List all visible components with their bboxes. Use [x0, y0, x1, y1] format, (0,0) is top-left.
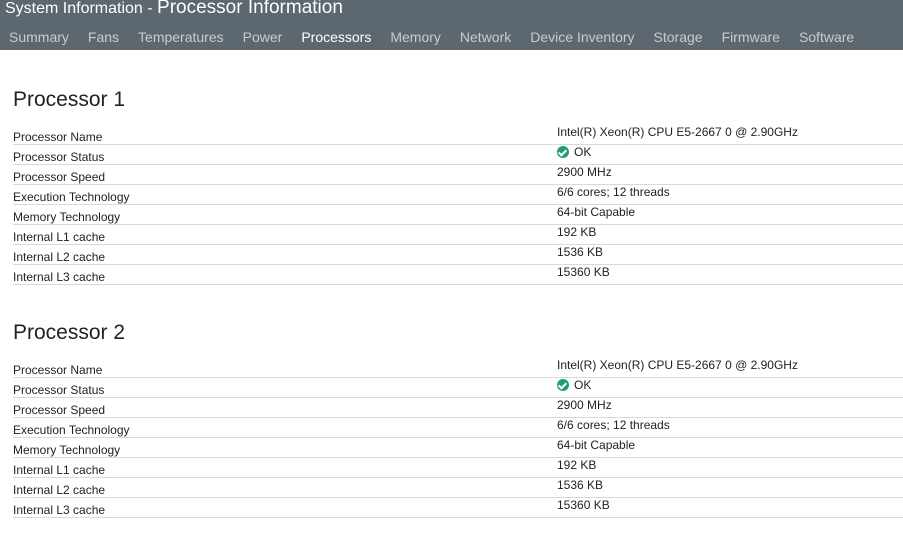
- tab-processors[interactable]: Processors: [292, 28, 381, 46]
- title-separator: -: [142, 0, 158, 17]
- row-value: 192 KB: [557, 458, 597, 472]
- table-row: Processor Speed 2900 MHz: [13, 398, 903, 418]
- window-title: System Information - Processor Informati…: [5, 0, 343, 19]
- tab-bar: Summary Fans Temperatures Power Processo…: [0, 28, 864, 46]
- tab-device-inventory[interactable]: Device Inventory: [521, 28, 644, 46]
- processor-2-table: Processor Name Intel(R) Xeon(R) CPU E5-26…: [13, 358, 903, 518]
- tab-summary[interactable]: Summary: [0, 28, 79, 46]
- row-label: Internal L1 cache: [13, 463, 106, 477]
- row-value: Intel(R) Xeon(R) CPU E5-2667 0 @ 2.90GHz: [557, 358, 798, 372]
- status-value: OK: [557, 145, 591, 159]
- row-label: Processor Name: [13, 130, 103, 144]
- processor-1-heading: Processor 1: [13, 88, 126, 111]
- row-label: Internal L1 cache: [13, 230, 106, 244]
- table-row: Internal L3 cache 15360 KB: [13, 498, 903, 518]
- tab-storage[interactable]: Storage: [645, 28, 713, 46]
- table-row: Execution Technology 6/6 cores; 12 thread…: [13, 185, 903, 205]
- row-value: 1536 KB: [557, 245, 604, 259]
- tab-temperatures[interactable]: Temperatures: [129, 28, 234, 46]
- row-value: Intel(R) Xeon(R) CPU E5-2667 0 @ 2.90GHz: [557, 125, 798, 139]
- table-row: Processor Status OK: [13, 378, 903, 398]
- table-row: Internal L2 cache 1536 KB: [13, 478, 903, 498]
- check-circle-icon: [557, 379, 569, 391]
- row-label: Execution Technology: [13, 423, 130, 437]
- status-text: OK: [574, 145, 592, 159]
- table-row: Internal L3 cache 15360 KB: [13, 265, 903, 285]
- row-label: Processor Status: [13, 150, 105, 164]
- page-title: Processor Information: [157, 0, 343, 18]
- row-value: 64-bit Capable: [557, 438, 636, 452]
- header-bar: System Information - Processor Informati…: [0, 0, 903, 50]
- table-row: Processor Speed 2900 MHz: [13, 165, 903, 185]
- row-label: Internal L2 cache: [13, 250, 106, 264]
- table-row: Processor Name Intel(R) Xeon(R) CPU E5-26…: [13, 125, 903, 145]
- row-value: 15360 KB: [557, 498, 610, 512]
- table-row: Memory Technology 64-bit Capable: [13, 205, 903, 225]
- row-label: Internal L2 cache: [13, 483, 106, 497]
- table-row: Internal L2 cache 1536 KB: [13, 245, 903, 265]
- tab-firmware[interactable]: Firmware: [713, 28, 790, 46]
- tab-power[interactable]: Power: [234, 28, 293, 46]
- row-label: Execution Technology: [13, 190, 130, 204]
- table-row: Internal L1 cache 192 KB: [13, 225, 903, 245]
- row-value: 6/6 cores; 12 threads: [557, 418, 670, 432]
- row-label: Processor Speed: [13, 403, 106, 417]
- row-value: 2900 MHz: [557, 165, 612, 179]
- status-text: OK: [574, 378, 592, 392]
- check-circle-icon: [557, 146, 569, 158]
- table-row: Execution Technology 6/6 cores; 12 thread…: [13, 418, 903, 438]
- row-label: Memory Technology: [13, 443, 121, 457]
- processor-1-table: Processor Name Intel(R) Xeon(R) CPU E5-26…: [13, 125, 903, 285]
- row-label: Processor Status: [13, 383, 105, 397]
- row-value: 192 KB: [557, 225, 597, 239]
- row-label: Processor Speed: [13, 170, 106, 184]
- tab-network[interactable]: Network: [451, 28, 521, 46]
- table-row: Processor Status OK: [13, 145, 903, 165]
- row-value: 1536 KB: [557, 478, 604, 492]
- app-title: System Information: [5, 0, 143, 17]
- tab-memory[interactable]: Memory: [381, 28, 451, 46]
- row-value: 15360 KB: [557, 265, 610, 279]
- status-value: OK: [557, 378, 591, 392]
- row-label: Processor Name: [13, 363, 103, 377]
- tab-software[interactable]: Software: [790, 28, 864, 46]
- table-row: Internal L1 cache 192 KB: [13, 458, 903, 478]
- table-row: Memory Technology 64-bit Capable: [13, 438, 903, 458]
- processor-2-heading: Processor 2: [13, 321, 126, 344]
- row-label: Internal L3 cache: [13, 270, 106, 284]
- table-row: Processor Name Intel(R) Xeon(R) CPU E5-26…: [13, 358, 903, 378]
- row-value: 2900 MHz: [557, 398, 612, 412]
- row-value: 64-bit Capable: [557, 205, 636, 219]
- row-label: Internal L3 cache: [13, 503, 106, 517]
- row-label: Memory Technology: [13, 210, 121, 224]
- row-value: 6/6 cores; 12 threads: [557, 185, 670, 199]
- tab-fans[interactable]: Fans: [79, 28, 129, 46]
